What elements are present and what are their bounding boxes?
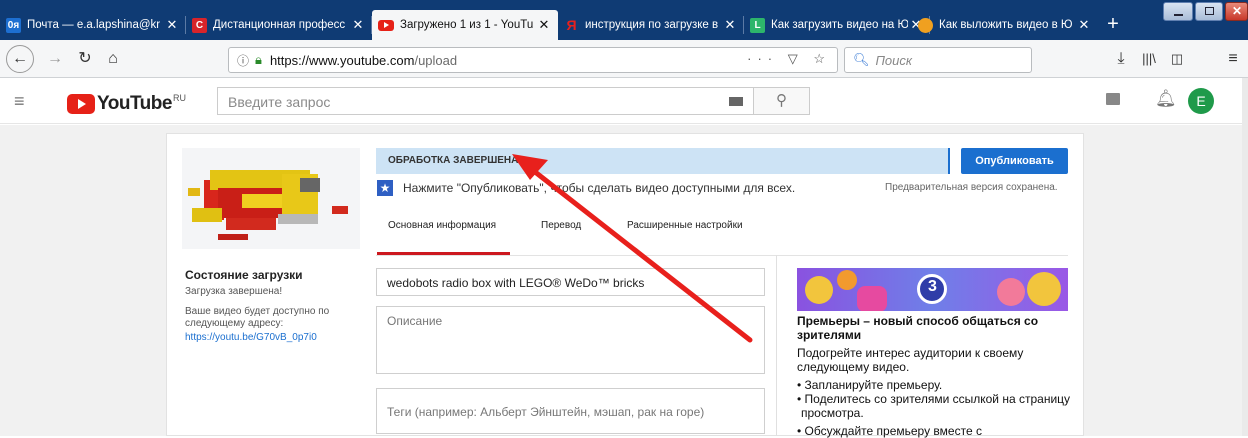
annotation-arrow	[512, 154, 753, 343]
